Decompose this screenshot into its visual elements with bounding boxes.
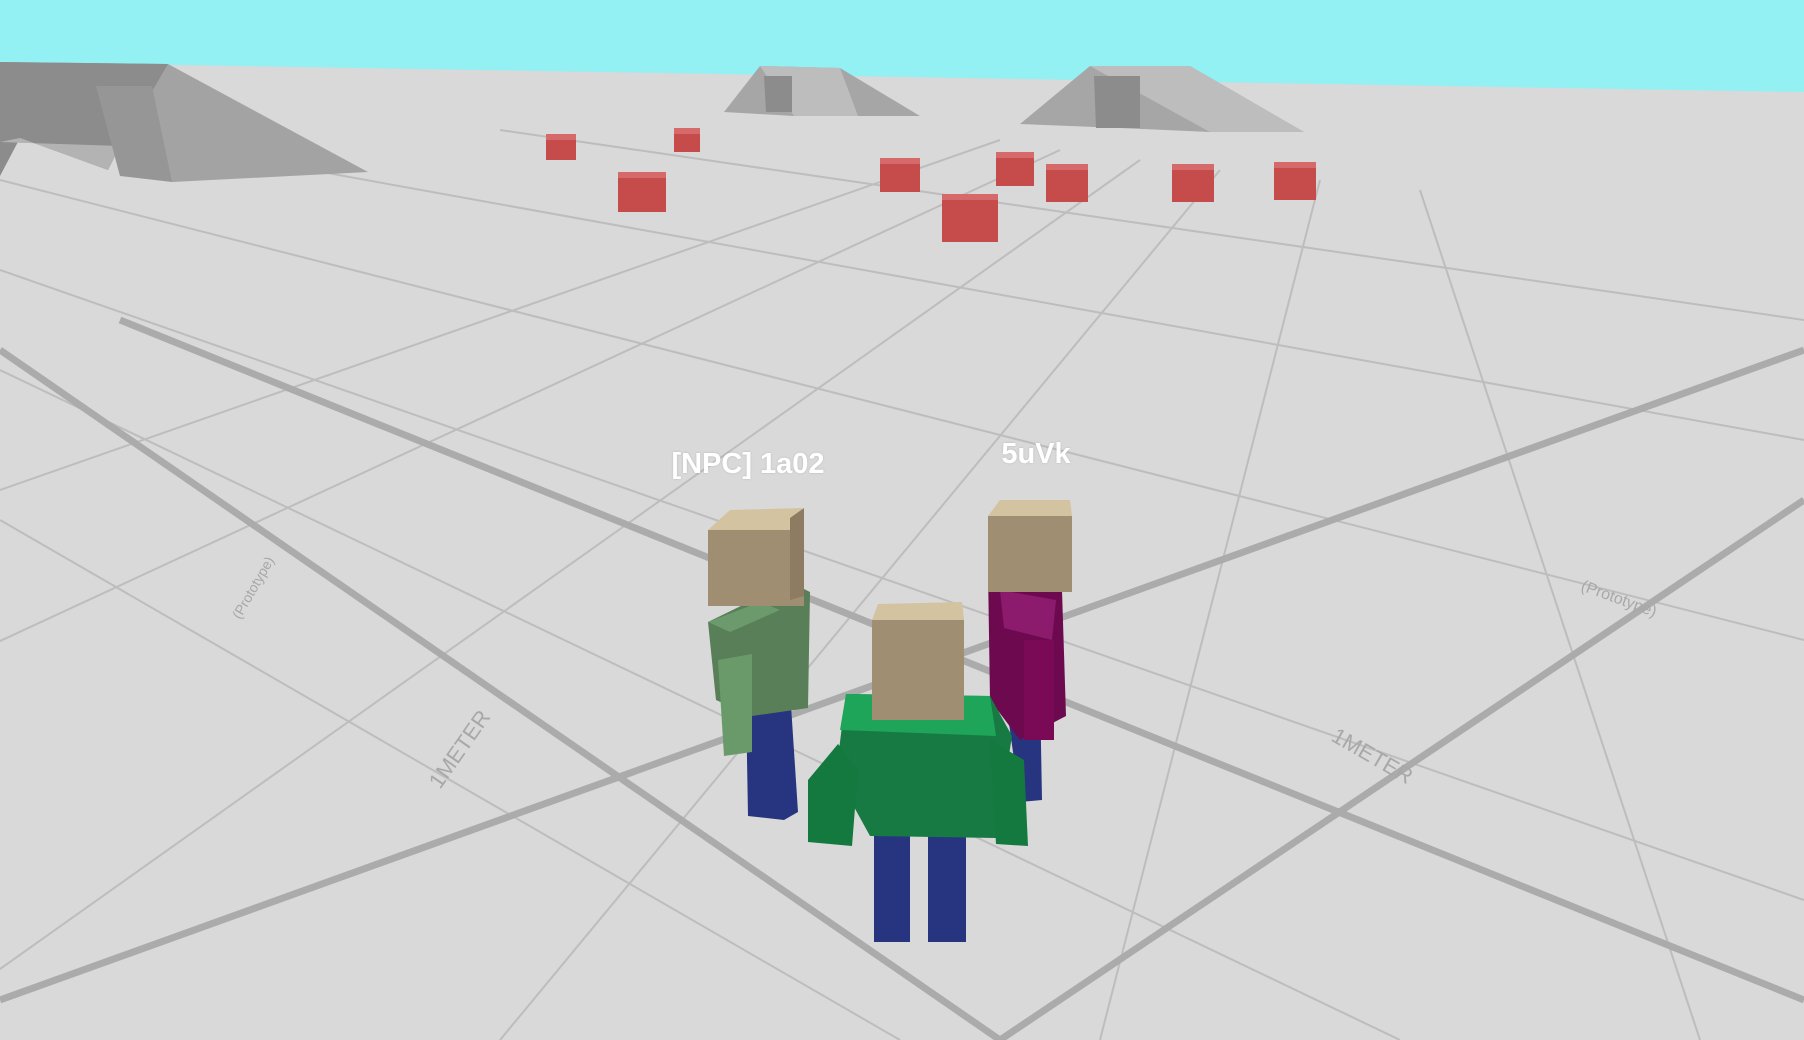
crate: [674, 132, 700, 152]
crate-top: [674, 128, 700, 134]
crate: [1046, 168, 1088, 202]
crate-top: [996, 152, 1034, 158]
crate: [880, 162, 920, 192]
crate-top: [546, 134, 576, 140]
crate: [618, 176, 666, 212]
other-player-name-tag: 5uVk: [1001, 438, 1071, 470]
crate: [942, 198, 998, 242]
crate: [1274, 166, 1316, 200]
crate: [996, 156, 1034, 186]
crate-top: [618, 172, 666, 178]
crate-top: [1172, 164, 1214, 170]
crate: [546, 138, 576, 160]
npc-name-tag: [NPC] 1a02: [671, 448, 825, 480]
crate-top: [880, 158, 920, 164]
crate: [1172, 168, 1214, 202]
game-viewport[interactable]: 1METER 1METER (Prototype) (Prototype): [0, 0, 1804, 1040]
crate-top: [1274, 162, 1316, 168]
crate-top: [942, 194, 998, 200]
crate-top: [1046, 164, 1088, 170]
